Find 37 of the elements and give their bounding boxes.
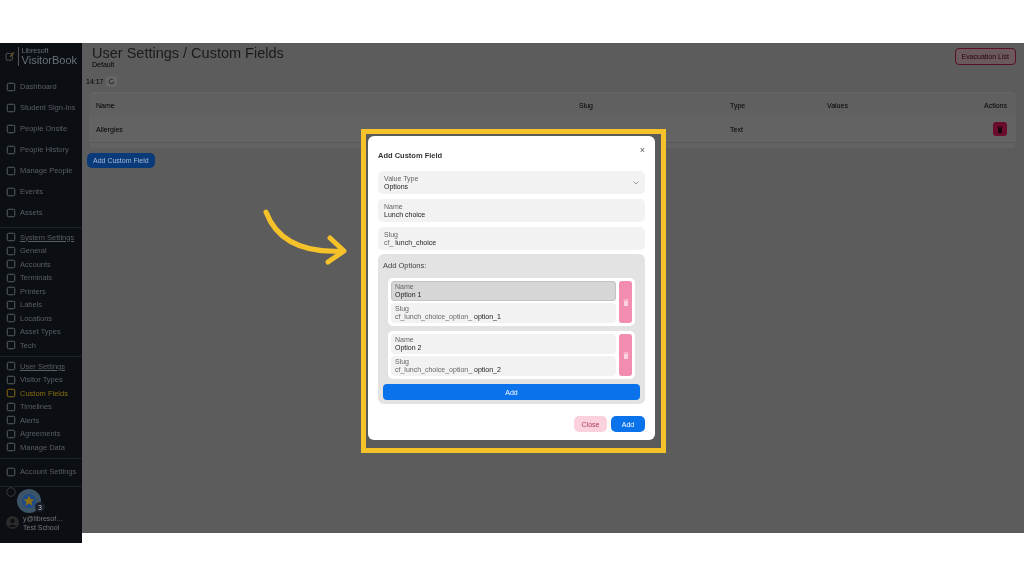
square-icon (6, 272, 16, 283)
square-icon (6, 340, 16, 351)
page-title: User Settings / Custom Fields (92, 45, 284, 61)
square-icon (6, 374, 16, 385)
trash-icon (622, 298, 629, 306)
square-icon (6, 466, 16, 477)
square-icon (6, 123, 16, 134)
square-icon (6, 286, 16, 297)
close-button[interactable]: × (639, 145, 645, 155)
square-icon (6, 299, 16, 310)
square-icon (6, 259, 16, 270)
square-icon (6, 81, 16, 92)
delete-option-button[interactable] (619, 281, 632, 323)
delete-button[interactable] (993, 122, 1007, 136)
square-icon (6, 326, 16, 337)
square-icon (6, 428, 16, 439)
square-icon (6, 207, 16, 218)
trash-icon (622, 351, 629, 359)
square-icon (6, 415, 16, 426)
square-icon (6, 442, 16, 453)
square-icon (6, 165, 16, 176)
delete-option-button[interactable] (619, 334, 632, 376)
square-icon (6, 245, 16, 256)
refresh-button[interactable] (105, 76, 117, 87)
star-badge-icon[interactable] (17, 489, 41, 513)
chevron-icon (633, 181, 639, 185)
square-icon (6, 186, 16, 197)
square-icon (6, 144, 16, 155)
square-icon (6, 361, 16, 371)
square-icon (6, 401, 16, 412)
square-icon (6, 102, 16, 113)
brand-name: VisitorBook (21, 54, 77, 66)
trash-icon (997, 125, 1003, 133)
square-icon (6, 388, 16, 399)
avatar-icon (6, 516, 19, 529)
square-icon (6, 232, 16, 242)
square-icon (6, 313, 16, 324)
